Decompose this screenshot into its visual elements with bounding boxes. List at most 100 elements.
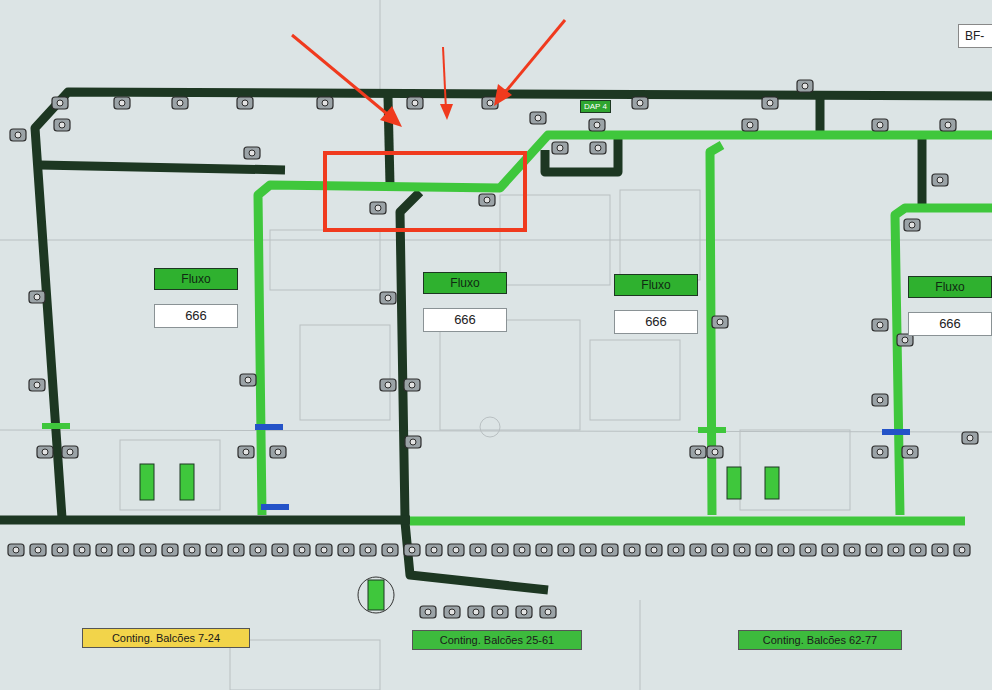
counter-button[interactable]: Conting. Balcões 62-77 <box>738 630 902 650</box>
motor-icon <box>589 119 605 131</box>
motor-icon <box>712 544 728 556</box>
motor-icon <box>37 446 53 458</box>
motor-icon <box>380 379 396 391</box>
flow-button[interactable]: Fluxo <box>908 276 992 298</box>
motor-icon <box>470 544 486 556</box>
motor-icon <box>444 606 460 618</box>
conveyor-segment[interactable] <box>816 96 825 132</box>
motor-icon <box>404 379 420 391</box>
motor-icon <box>370 202 386 214</box>
flow-panel: Fluxo 666 <box>614 274 698 334</box>
motor-icon <box>407 97 423 109</box>
motor-icon <box>954 544 970 556</box>
motor-icon <box>962 432 978 444</box>
conveyor-segment[interactable] <box>710 145 722 515</box>
conveyor-segment[interactable] <box>40 165 285 170</box>
motor-icon <box>514 544 530 556</box>
motor-icon <box>707 446 723 458</box>
motor-icon <box>932 544 948 556</box>
motor-icon <box>492 544 508 556</box>
motor-icon <box>734 544 750 556</box>
motor-icon <box>238 446 254 458</box>
motor-icon <box>552 142 568 154</box>
conveyor-segment[interactable] <box>410 517 965 526</box>
annotation-marks <box>292 20 565 230</box>
motor-icon <box>62 446 78 458</box>
motor-icon <box>690 544 706 556</box>
motor-icon <box>536 544 552 556</box>
motor-icon <box>317 97 333 109</box>
motor-icon <box>240 374 256 386</box>
conveyor-segment[interactable] <box>918 135 927 210</box>
motor-icon <box>762 97 778 109</box>
motor-icon <box>797 80 813 92</box>
motor-icon <box>338 544 354 556</box>
motor-icon <box>30 544 46 556</box>
motor-icon <box>405 436 421 448</box>
motor-icon <box>184 544 200 556</box>
motor-icon <box>516 606 532 618</box>
motor-icon <box>632 97 648 109</box>
conveyor-segment[interactable] <box>405 522 548 590</box>
motor-icon <box>52 544 68 556</box>
conveyor-segment[interactable] <box>400 192 420 518</box>
area-label: BF- <box>958 24 992 48</box>
motor-icon <box>940 119 956 131</box>
motor-icon <box>646 544 662 556</box>
motor-icon <box>756 544 772 556</box>
conveyor-diagram <box>0 0 992 690</box>
motor-icon <box>237 97 253 109</box>
motor-icon <box>382 544 398 556</box>
conveyor-segment[interactable] <box>895 208 992 515</box>
motor-icon <box>800 544 816 556</box>
motor-icon <box>118 544 134 556</box>
flow-value: 666 <box>908 312 992 336</box>
motor-icon <box>162 544 178 556</box>
motor-icon <box>10 129 26 141</box>
motor-icon <box>492 606 508 618</box>
conveyor-segment[interactable] <box>545 138 618 172</box>
motor-icon <box>540 606 556 618</box>
flow-value: 666 <box>154 304 238 328</box>
motor-icon <box>360 544 376 556</box>
conveyor-segment[interactable] <box>35 92 992 518</box>
counter-button[interactable]: Conting. Balcões 25-61 <box>412 630 582 650</box>
motor-icon <box>904 219 920 231</box>
motor-icon <box>580 544 596 556</box>
merge-units <box>140 464 779 613</box>
motor-icon <box>668 544 684 556</box>
floor-plan <box>0 0 992 690</box>
motor-icon <box>872 394 888 406</box>
flow-panel: Fluxo 666 <box>154 268 238 328</box>
motor-icon <box>96 544 112 556</box>
motor-icon <box>558 544 574 556</box>
motor-icon <box>872 119 888 131</box>
motor-icon <box>530 112 546 124</box>
motor-icon <box>228 544 244 556</box>
motor-icon <box>206 544 222 556</box>
motor-icon <box>902 446 918 458</box>
motor-icon <box>822 544 838 556</box>
conveyor-segment[interactable] <box>0 516 410 525</box>
motor-icon <box>316 544 332 556</box>
flow-button[interactable]: Fluxo <box>154 268 238 290</box>
flow-value: 666 <box>614 310 698 334</box>
motor-icon <box>932 174 948 186</box>
flow-button[interactable]: Fluxo <box>614 274 698 296</box>
flow-button[interactable]: Fluxo <box>423 272 507 294</box>
motor-icon <box>910 544 926 556</box>
motor-icon <box>448 544 464 556</box>
flow-panel: Fluxo666 <box>423 272 507 332</box>
motor-icon <box>468 606 484 618</box>
conveyor-screen: BF-DAP 4Fluxo666Fluxo666Fluxo666Fluxo666… <box>0 0 992 690</box>
motor-icon <box>140 544 156 556</box>
motor-icon <box>270 446 286 458</box>
sensors <box>42 423 910 510</box>
motor-icon <box>114 97 130 109</box>
motor-icon <box>872 446 888 458</box>
conveyor-segment[interactable] <box>258 135 992 515</box>
motor-icon <box>74 544 90 556</box>
motor-icon <box>244 147 260 159</box>
counter-button[interactable]: Conting. Balcões 7-24 <box>82 628 250 648</box>
motor-icon <box>590 142 606 154</box>
